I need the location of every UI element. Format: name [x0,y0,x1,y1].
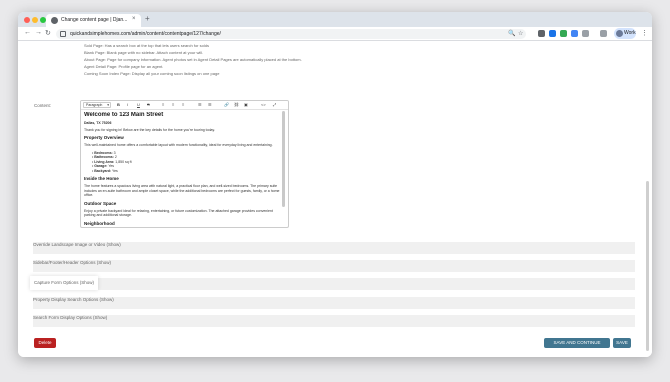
save-and-continue-button[interactable]: SAVE AND CONTINUE EDITING [544,338,610,355]
save-button[interactable]: SAVE [613,338,631,348]
inside-text: The home features a spacious living area… [84,184,280,197]
fieldset-toggle-label[interactable]: Property Display Search Options (Show) [33,297,114,302]
fieldset-search-form-display[interactable]: Search Form Display Options (Show) [33,315,635,327]
tab-strip: Change content page | Djan... × + [18,12,652,27]
editor-toolbar: Paragraph ▾ B I U S ≡ ≡ ≡ ☰ ☰ 🔗 ⛓ ▣ <> ⤢ [81,101,288,110]
strikethrough-button[interactable]: S [147,102,150,107]
bookmark-star-icon[interactable]: ☆ [518,30,523,37]
bullet-list-icon[interactable]: ☰ [198,102,202,107]
fieldset-toggle-label[interactable]: Sidebar/Footer/Header Options (Show) [33,260,111,265]
list-item: • Backyard: Yes [92,168,118,173]
overview-text: This well-maintained home offers a comfo… [84,143,273,147]
fieldset-toggle-label[interactable]: Override Landscape Image or Video (Show) [33,242,121,247]
align-right-icon[interactable]: ≡ [182,102,184,107]
content-field-label: Content: [34,103,52,108]
content-location: Dallas, TX 75206 [84,121,112,125]
fieldset-sidebar-footer-header[interactable]: Sidebar/Footer/Header Options (Show) [33,260,635,272]
help-text-line: Sold Page: Has a search box at the top t… [84,43,209,48]
tab-change-content-page[interactable]: Change content page | Djan... × [46,14,141,27]
format-select-value: Paragraph [86,103,103,107]
content-intro: Thank you for signing in! Below are the … [84,127,215,132]
extension-icon[interactable] [538,30,545,37]
align-left-icon[interactable]: ≡ [162,102,164,107]
tab-close-icon[interactable]: × [132,16,136,22]
help-text-line: Blank Page: Blank page with no sidebar. … [84,50,204,55]
site-info-icon[interactable] [60,31,66,37]
unlink-icon[interactable]: ⛓ [234,102,239,107]
zoom-icon[interactable]: 🔍 [508,30,515,37]
editor-scrollbar[interactable] [282,111,285,207]
outdoor-text: Enjoy a private backyard ideal for relax… [84,208,273,218]
browser-toolbar: ← → ↻ quickandsimplehomes.com/admin/cont… [18,27,652,41]
url-text[interactable]: quickandsimplehomes.com/admin/content/co… [70,31,221,37]
chevron-down-icon: ▾ [107,103,109,107]
content-heading: Welcome to 123 Main Street [84,112,164,118]
italic-button[interactable]: I [127,102,128,107]
browser-menu-icon[interactable]: ⋮ [641,29,648,37]
help-text-line: Coming Soon Index Page: Display all your… [84,71,220,76]
tab-title: Change content page | Djan... [61,17,127,23]
help-text-line: Agent Detail Page: Profile page for an a… [84,64,164,69]
downloads-icon[interactable] [600,30,607,37]
fieldset-capture-form[interactable]: Capture Form Options (Show) [30,276,98,290]
close-window-button[interactable] [24,16,30,23]
link-icon[interactable]: 🔗 [224,102,229,107]
content-rich-text-editor[interactable]: Paragraph ▾ B I U S ≡ ≡ ≡ ☰ ☰ 🔗 ⛓ ▣ <> ⤢… [80,100,289,228]
extension-icon[interactable] [571,30,578,37]
source-code-icon[interactable]: <> [261,102,266,107]
fieldset-property-display-search[interactable]: Property Display Search Options (Show) [33,297,635,309]
underline-button[interactable]: U [137,102,140,107]
bold-button[interactable]: B [117,102,120,107]
format-select[interactable]: Paragraph ▾ [83,102,111,108]
fieldset-toggle-label[interactable]: Capture Form Options (Show) [34,280,94,285]
favicon-icon [51,17,58,24]
browser-window: Change content page | Djan... × + ← → ↻ … [18,12,652,357]
fieldset-landscape-image[interactable]: Override Landscape Image or Video (Show) [33,242,635,254]
admin-page: Sold Page: Has a search box at the top t… [18,41,652,357]
new-tab-icon[interactable]: + [145,14,150,23]
page-scrollbar[interactable] [646,181,649,351]
inside-heading: Inside the Home [84,176,119,181]
outdoor-heading: Outdoor Space [84,200,117,206]
minimize-window-button[interactable] [32,16,38,23]
facts-list: • Bedrooms: 3 • Bathrooms: 2 • Living Ar… [92,151,282,174]
fieldset-toggle-label[interactable]: Search Form Display Options (Show) [33,315,107,320]
profile-label: Work [624,30,636,36]
delete-button[interactable]: Delete [34,338,56,348]
help-text-line: About Page: Page for company information… [84,57,302,62]
extension-icon[interactable] [549,30,556,37]
avatar [616,30,623,37]
image-icon[interactable]: ▣ [244,102,248,107]
puzzle-icon[interactable] [582,30,589,37]
forward-icon[interactable]: → [35,29,42,36]
fullscreen-icon[interactable]: ⤢ [273,102,276,107]
fieldset-capture-form-row [33,278,635,290]
profile-button[interactable]: Work [614,28,636,39]
overview-heading: Property Overview [84,135,124,140]
reload-icon[interactable]: ↻ [45,29,51,37]
align-center-icon[interactable]: ≡ [172,102,174,107]
neighborhood-heading: Neighborhood [84,220,115,226]
numbered-list-icon[interactable]: ☰ [208,102,212,107]
editor-body[interactable]: Welcome to 123 Main Street Dallas, TX 75… [84,112,282,227]
extension-icon[interactable] [560,30,567,37]
back-icon[interactable]: ← [24,29,31,36]
address-bar[interactable]: quickandsimplehomes.com/admin/content/co… [56,29,526,39]
